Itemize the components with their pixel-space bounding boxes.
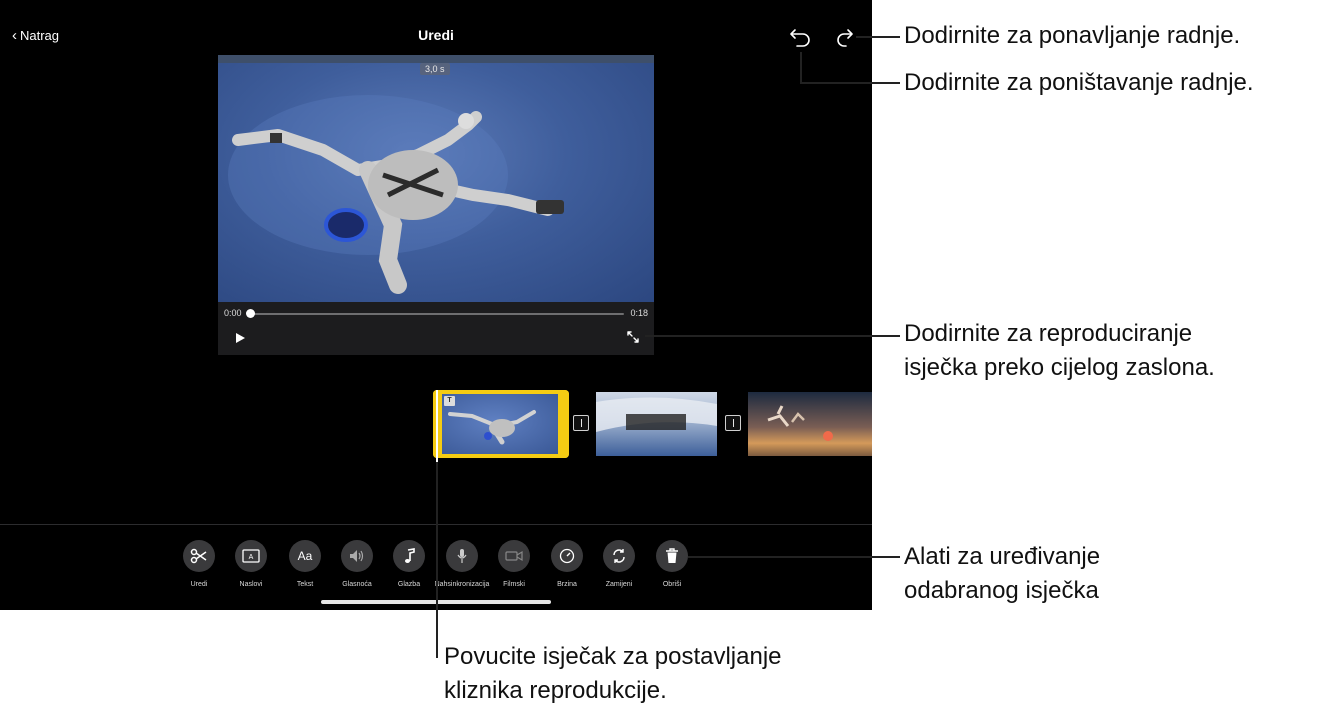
playback-controls: 0:00 0:18 bbox=[218, 302, 654, 355]
current-time: 0:00 bbox=[224, 308, 242, 318]
tool-glyph: Aa bbox=[297, 549, 313, 563]
undo-icon bbox=[790, 29, 810, 47]
undo-button[interactable] bbox=[789, 26, 813, 48]
speedometer-icon bbox=[551, 540, 583, 572]
total-time: 0:18 bbox=[630, 308, 648, 318]
redo-button[interactable] bbox=[834, 26, 858, 48]
trim-handle-right[interactable] bbox=[558, 390, 569, 458]
scissors-icon bbox=[183, 540, 215, 572]
speaker-icon bbox=[341, 540, 373, 572]
tool-label: Obriši bbox=[662, 581, 682, 588]
svg-text:A: A bbox=[249, 554, 254, 561]
callout-drag-line1: Povucite isječak za postavljanje bbox=[444, 643, 782, 670]
figure: ‹ Natrag Uredi 3,0 s 0:00 0:18 T Uredi A… bbox=[0, 0, 1330, 710]
callout-tools-line1: Alati za uređivanje bbox=[904, 543, 1101, 570]
scrubber-track[interactable] bbox=[250, 313, 624, 315]
tool-trash-button[interactable]: Obriši bbox=[648, 540, 696, 588]
video-frame: 3,0 s bbox=[218, 55, 654, 302]
timeline-clip[interactable] bbox=[596, 392, 717, 456]
callout-redo: Dodirnite za ponavljanje radnje. bbox=[904, 22, 1241, 49]
playhead bbox=[436, 390, 438, 462]
cinematic-icon bbox=[498, 540, 530, 572]
trash-icon bbox=[656, 540, 688, 572]
fullscreen-button[interactable] bbox=[626, 330, 640, 344]
page-title: Uredi bbox=[418, 27, 454, 43]
transition-button[interactable] bbox=[573, 415, 589, 431]
skydiver-closeup-thumbnail bbox=[596, 397, 717, 432]
replace-icon bbox=[603, 540, 635, 572]
callout-tools-line2: odabranog isječka bbox=[904, 577, 1099, 604]
music-note-icon bbox=[393, 540, 425, 572]
video-viewer[interactable]: 3,0 s 0:00 0:18 bbox=[218, 55, 654, 355]
sunset-skydivers-thumbnail bbox=[767, 405, 833, 441]
callout-leader-undo-v bbox=[800, 52, 802, 84]
skydiver-image bbox=[228, 95, 564, 294]
microphone-icon bbox=[446, 540, 478, 572]
scrubber-knob[interactable] bbox=[246, 309, 255, 318]
expand-icon bbox=[627, 331, 639, 343]
timeline-clip[interactable] bbox=[748, 392, 872, 456]
callout-leader-tools bbox=[688, 556, 900, 558]
titles-icon: A bbox=[235, 540, 267, 572]
callout-fullscreen-line1: Dodirnite za reproduciranje bbox=[904, 320, 1193, 347]
callout-leader-undo-h bbox=[800, 82, 900, 84]
callout-leader-drag bbox=[436, 462, 438, 658]
callout-leader-redo bbox=[856, 36, 900, 38]
skydiver-thumbnail bbox=[448, 410, 536, 445]
callout-undo: Dodirnite za poništavanje radnje. bbox=[904, 69, 1254, 96]
text-icon: Aa bbox=[289, 540, 321, 572]
callout-leader-fullscreen bbox=[645, 335, 900, 337]
clip-thumbnail bbox=[442, 394, 558, 454]
timeline-clip-selected[interactable]: T bbox=[433, 390, 569, 458]
duration-badge: 3,0 s bbox=[420, 63, 450, 75]
play-button[interactable] bbox=[234, 331, 246, 343]
play-icon bbox=[236, 333, 245, 343]
callout-drag-line2: kliznika reprodukcije. bbox=[444, 677, 667, 704]
callout-fullscreen-line2: isječka preko cijelog zaslona. bbox=[904, 354, 1215, 381]
transition-button[interactable] bbox=[725, 415, 741, 431]
redo-icon bbox=[837, 29, 853, 47]
title-badge-icon: T bbox=[444, 396, 455, 406]
